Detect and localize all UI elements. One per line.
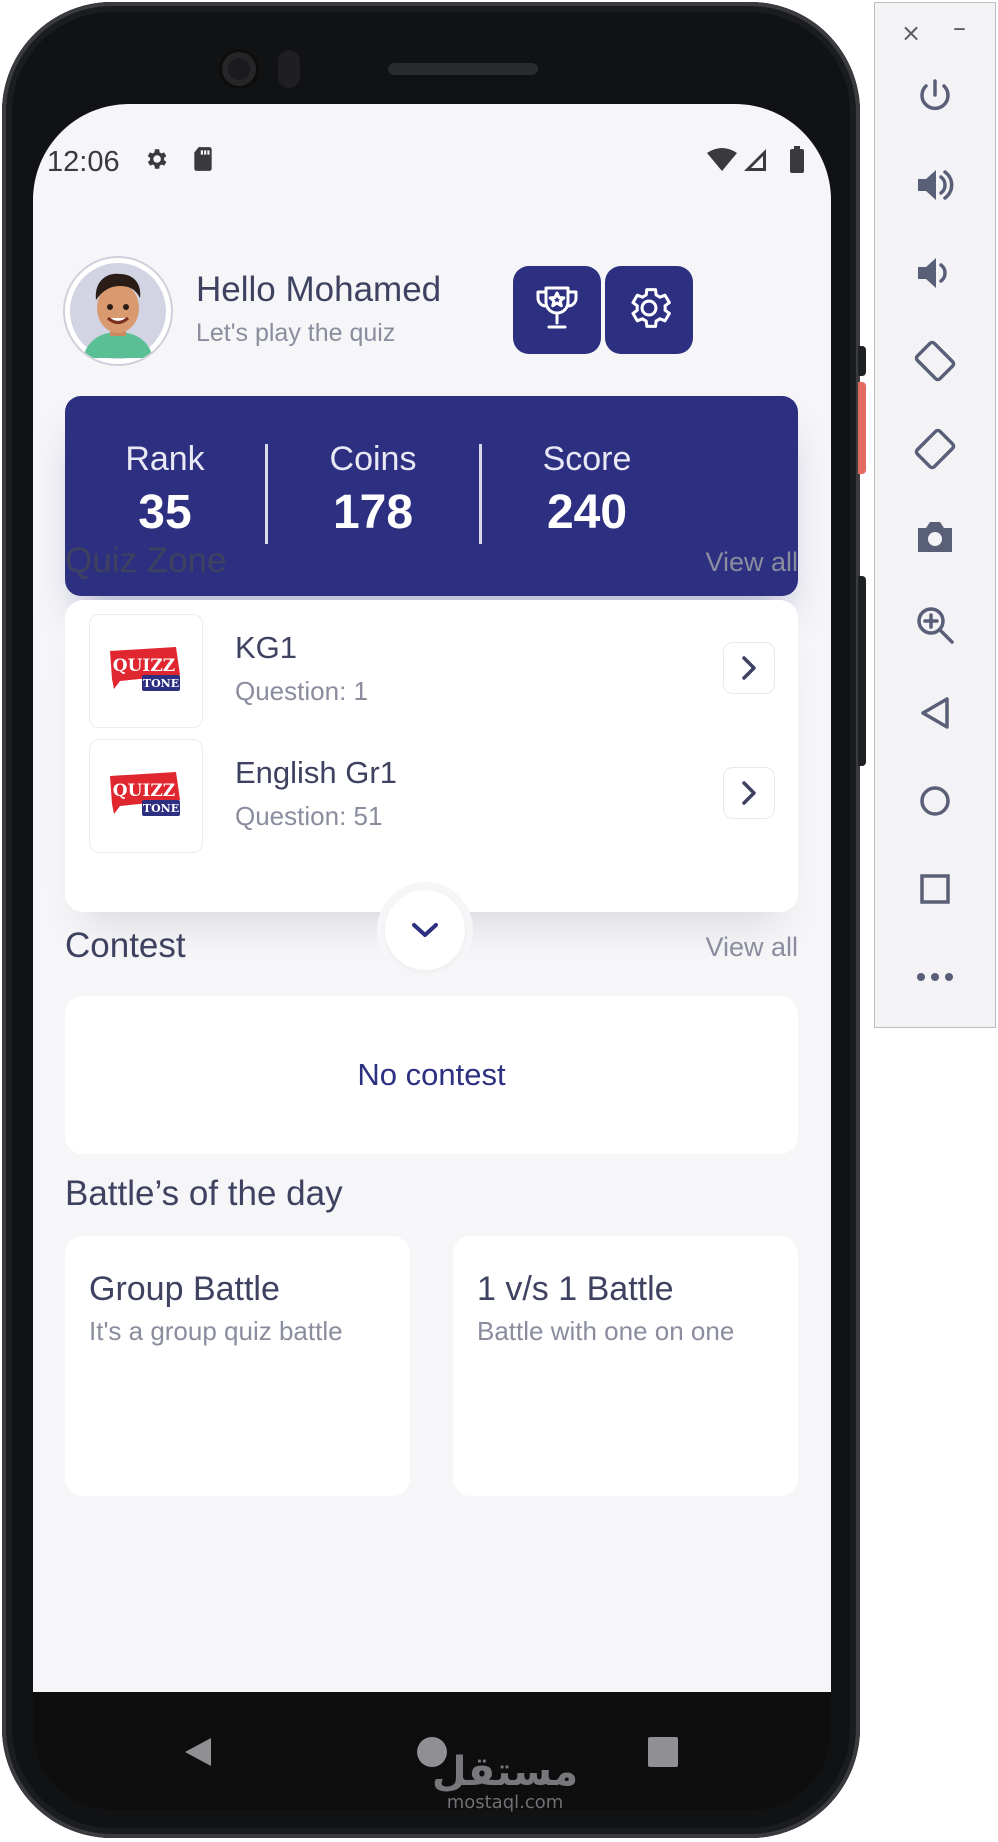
- svg-text:QUIZZ: QUIZZ: [113, 781, 175, 801]
- stat-score: Score 240: [487, 440, 687, 540]
- stat-value: 178: [332, 486, 414, 539]
- zoom-icon[interactable]: [913, 603, 957, 647]
- more-icon[interactable]: [913, 955, 957, 999]
- svg-text:QUIZZ: QUIZZ: [113, 656, 175, 676]
- watermark-latin: mostaql.com: [446, 1792, 564, 1813]
- quiz-zone-view-all-link[interactable]: View all: [705, 547, 798, 578]
- gear-icon: [623, 282, 675, 338]
- greeting-subtitle: Let's play the quiz: [196, 319, 396, 347]
- stat-label: Rank: [125, 440, 205, 478]
- camera-icon[interactable]: [913, 515, 957, 559]
- stat-label: Coins: [329, 440, 417, 478]
- group-battle-card[interactable]: Group Battle It's a group quiz battle: [65, 1236, 410, 1496]
- stat-divider: [265, 444, 268, 544]
- greeting-title: Hello Mohamed: [196, 270, 442, 309]
- settings-button[interactable]: [605, 266, 693, 354]
- front-camera: [222, 52, 256, 86]
- battle-title: Group Battle: [89, 1270, 280, 1308]
- contest-view-all-link[interactable]: View all: [705, 932, 798, 963]
- volume-up-icon[interactable]: [913, 163, 957, 207]
- trophy-icon: [531, 282, 583, 338]
- signal-icon: [743, 148, 767, 176]
- phone-side-button: [858, 346, 866, 376]
- watermark-arabic: مستقل: [431, 1749, 579, 1795]
- quiz-name: English Gr1: [235, 755, 397, 790]
- svg-text:TONE: TONE: [143, 802, 179, 815]
- quiz-name: KG1: [235, 630, 298, 665]
- stat-value: 240: [546, 486, 628, 539]
- rotate-left-icon[interactable]: [913, 339, 957, 383]
- status-bar: 12:06: [47, 142, 817, 182]
- chevron-down-icon: [385, 890, 465, 970]
- avatar[interactable]: [65, 258, 171, 364]
- quiz-question-count: Question: 1: [235, 676, 368, 706]
- one-vs-one-battle-card[interactable]: 1 v/s 1 Battle Battle with one on one: [453, 1236, 798, 1496]
- volume-down-icon[interactable]: [913, 251, 957, 295]
- chevron-right-icon[interactable]: [723, 767, 775, 819]
- contest-card: No contest: [65, 996, 798, 1154]
- rotate-right-icon[interactable]: [913, 427, 957, 471]
- front-sensor: [278, 50, 300, 88]
- back-icon[interactable]: [913, 691, 957, 735]
- app-screen: 12:06 Hello Mohamed Let's play the quiz …: [33, 104, 831, 1692]
- quiz-zone-title: Quiz Zone: [65, 541, 227, 580]
- battles-title: Battle’s of the day: [65, 1174, 343, 1213]
- svg-text:TONE: TONE: [143, 677, 179, 690]
- battle-subtitle: Battle with one on one: [477, 1316, 735, 1346]
- leaderboard-button[interactable]: [513, 266, 601, 354]
- quiz-question-count: Question: 51: [235, 801, 383, 831]
- power-icon[interactable]: [913, 75, 957, 119]
- battle-subtitle: It's a group quiz battle: [89, 1316, 343, 1346]
- quiz-list-item[interactable]: QUIZZ TONE KG1 Question: 1: [89, 614, 775, 728]
- stat-value: 35: [138, 486, 192, 539]
- quizz-tone-logo: QUIZZ TONE: [89, 739, 203, 853]
- overview-icon[interactable]: [913, 867, 957, 911]
- stat-rank: Rank 35: [65, 440, 265, 540]
- no-contest-text: No contest: [357, 1057, 506, 1092]
- wifi-icon: [707, 148, 737, 176]
- home-icon[interactable]: [913, 779, 957, 823]
- battery-icon: [789, 146, 805, 178]
- stat-divider: [479, 444, 482, 544]
- chevron-right-icon[interactable]: [723, 642, 775, 694]
- emulator-minimize-button[interactable]: –: [953, 13, 966, 43]
- earpiece-speaker: [388, 63, 538, 75]
- settings-status-icon: [143, 146, 169, 176]
- sd-card-icon: [191, 146, 215, 176]
- quizz-tone-logo: QUIZZ TONE: [89, 614, 203, 728]
- stat-coins: Coins 178: [273, 440, 473, 540]
- emulator-toolbar: × –: [874, 2, 996, 1028]
- volume-rocker: [858, 576, 866, 766]
- emulator-close-button[interactable]: ×: [901, 19, 921, 47]
- quiz-list-item[interactable]: QUIZZ TONE English Gr1 Question: 51: [89, 739, 775, 853]
- status-time: 12:06: [47, 146, 120, 178]
- mostaql-watermark: مستقل mostaql.com: [380, 1752, 630, 1813]
- power-button-highlight: [858, 382, 866, 474]
- stat-label: Score: [542, 440, 632, 478]
- expand-quiz-list-button[interactable]: [377, 882, 473, 978]
- contest-title: Contest: [65, 926, 186, 965]
- nav-overview-icon[interactable]: [647, 1736, 679, 1772]
- nav-back-icon[interactable]: [183, 1736, 213, 1772]
- battle-title: 1 v/s 1 Battle: [477, 1270, 674, 1308]
- quiz-zone-card: QUIZZ TONE KG1 Question: 1 QUIZZ TONE En…: [65, 600, 798, 912]
